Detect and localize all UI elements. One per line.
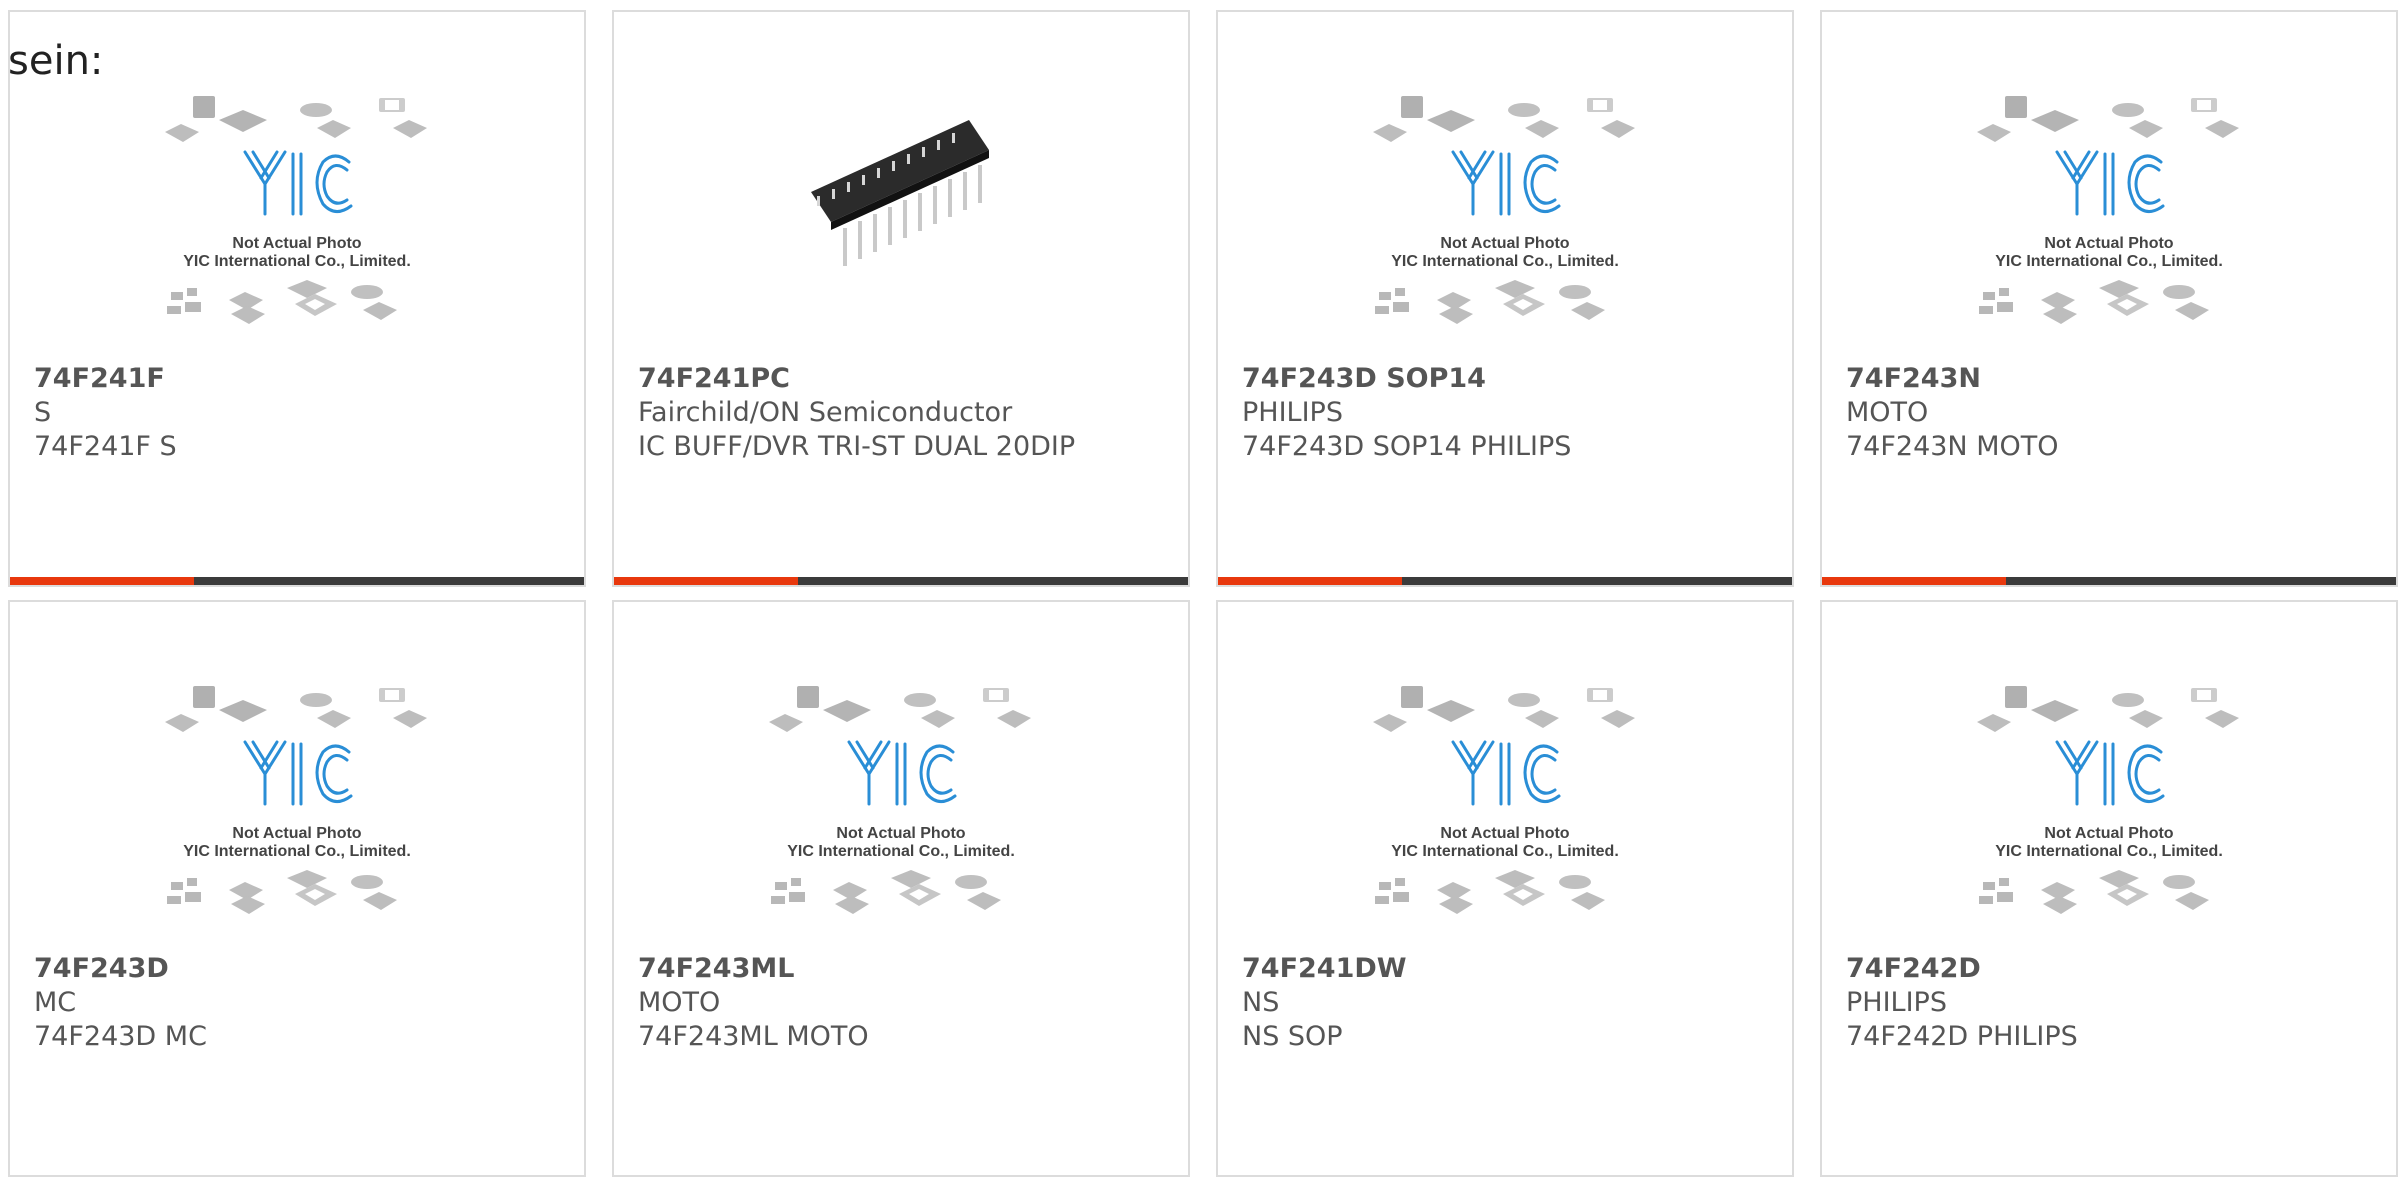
product-image[interactable]: Not Actual Photo YIC International Co., L… [10, 92, 584, 360]
product-image[interactable]: Not Actual Photo YIC International Co., L… [1822, 682, 2396, 950]
card-bottom-bar [614, 577, 1188, 585]
product-card[interactable]: 74F241PC Fairchild/ON Semiconductor IC B… [612, 10, 1190, 587]
part-number[interactable]: 74F243D SOP14 [1242, 362, 1782, 396]
part-number[interactable]: 74F243ML [638, 952, 1178, 986]
description: 74F243N MOTO [1846, 431, 2059, 462]
product-card[interactable]: Not Actual Photo YIC International Co., L… [8, 10, 586, 587]
manufacturer: S [34, 397, 52, 428]
dip-chip-photo [811, 120, 989, 266]
part-number[interactable]: 74F241DW [1242, 952, 1782, 986]
not-actual-photo-placeholder: Not Actual PhotoYIC International Co., L… [165, 96, 427, 324]
product-card[interactable]: Not Actual Photo YIC International Co., L… [1216, 10, 1794, 587]
svg-text:YIC International Co., Limited: YIC International Co., Limited. [1995, 253, 2223, 270]
not-actual-photo-placeholder: Not Actual PhotoYIC International Co., L… [769, 686, 1031, 914]
description: IC BUFF/DVR TRI-ST DUAL 20DIP [638, 431, 1076, 462]
description: 74F242D PHILIPS [1846, 1021, 2078, 1052]
manufacturer: MOTO [1846, 397, 1929, 428]
product-card[interactable]: Not Actual Photo YIC International Co., L… [1216, 600, 1794, 1177]
svg-text:YIC International Co., Limited: YIC International Co., Limited. [183, 253, 411, 270]
svg-text:Not Actual Photo: Not Actual Photo [2044, 235, 2173, 252]
product-image[interactable]: Not Actual Photo YIC International Co., L… [1218, 682, 1792, 950]
part-number[interactable]: 74F241PC [638, 362, 1178, 396]
product-card[interactable]: Not Actual Photo YIC International Co., L… [8, 600, 586, 1177]
card-bottom-bar [10, 577, 584, 585]
product-image[interactable] [614, 92, 1188, 360]
page-label: sein: [8, 38, 104, 84]
description: 74F243ML MOTO [638, 1021, 869, 1052]
svg-text:Not Actual Photo: Not Actual Photo [2044, 825, 2173, 842]
product-image[interactable]: Not Actual Photo YIC International Co., L… [1822, 92, 2396, 360]
card-bottom-bar [1822, 577, 2396, 585]
part-number[interactable]: 74F242D [1846, 952, 2386, 986]
svg-text:YIC International Co., Limited: YIC International Co., Limited. [787, 843, 1015, 860]
product-card[interactable]: Not Actual Photo YIC International Co., L… [612, 600, 1190, 1177]
product-card[interactable]: Not Actual Photo YIC International Co., L… [1820, 600, 2398, 1177]
svg-text:Not Actual Photo: Not Actual Photo [836, 825, 965, 842]
part-number[interactable]: 74F243N [1846, 362, 2386, 396]
description: NS SOP [1242, 1021, 1343, 1052]
svg-text:Not Actual Photo: Not Actual Photo [1440, 825, 1569, 842]
manufacturer: NS [1242, 987, 1280, 1018]
manufacturer: MOTO [638, 987, 721, 1018]
product-image[interactable]: Not Actual Photo YIC International Co., L… [10, 682, 584, 950]
not-actual-photo-placeholder: Not Actual PhotoYIC International Co., L… [1977, 686, 2239, 914]
description: 74F243D MC [34, 1021, 207, 1052]
svg-text:YIC International Co., Limited: YIC International Co., Limited. [1391, 253, 1619, 270]
product-image[interactable]: Not Actual Photo YIC International Co., L… [1218, 92, 1792, 360]
part-number[interactable]: 74F241F [34, 362, 574, 396]
description: 74F241F S [34, 431, 177, 462]
not-actual-photo-placeholder: Not Actual PhotoYIC International Co., L… [165, 686, 427, 914]
part-number[interactable]: 74F243D [34, 952, 574, 986]
svg-text:Not Actual Photo: Not Actual Photo [232, 235, 361, 252]
card-bottom-bar [1218, 577, 1792, 585]
svg-text:Not Actual Photo: Not Actual Photo [232, 825, 361, 842]
svg-text:YIC International Co., Limited: YIC International Co., Limited. [1391, 843, 1619, 860]
product-image[interactable]: Not Actual Photo YIC International Co., L… [614, 682, 1188, 950]
svg-text:Not Actual Photo: Not Actual Photo [1440, 235, 1569, 252]
manufacturer: PHILIPS [1242, 397, 1343, 428]
not-actual-photo-placeholder: Not Actual PhotoYIC International Co., L… [1373, 96, 1635, 324]
svg-text:YIC International Co., Limited: YIC International Co., Limited. [1995, 843, 2223, 860]
manufacturer: MC [34, 987, 77, 1018]
description: 74F243D SOP14 PHILIPS [1242, 431, 1572, 462]
not-actual-photo-placeholder: Not Actual PhotoYIC International Co., L… [1373, 686, 1635, 914]
manufacturer: PHILIPS [1846, 987, 1947, 1018]
manufacturer: Fairchild/ON Semiconductor [638, 397, 1013, 428]
svg-text:YIC International Co., Limited: YIC International Co., Limited. [183, 843, 411, 860]
not-actual-photo-placeholder: Not Actual PhotoYIC International Co., L… [1977, 96, 2239, 324]
product-card[interactable]: Not Actual Photo YIC International Co., L… [1820, 10, 2398, 587]
